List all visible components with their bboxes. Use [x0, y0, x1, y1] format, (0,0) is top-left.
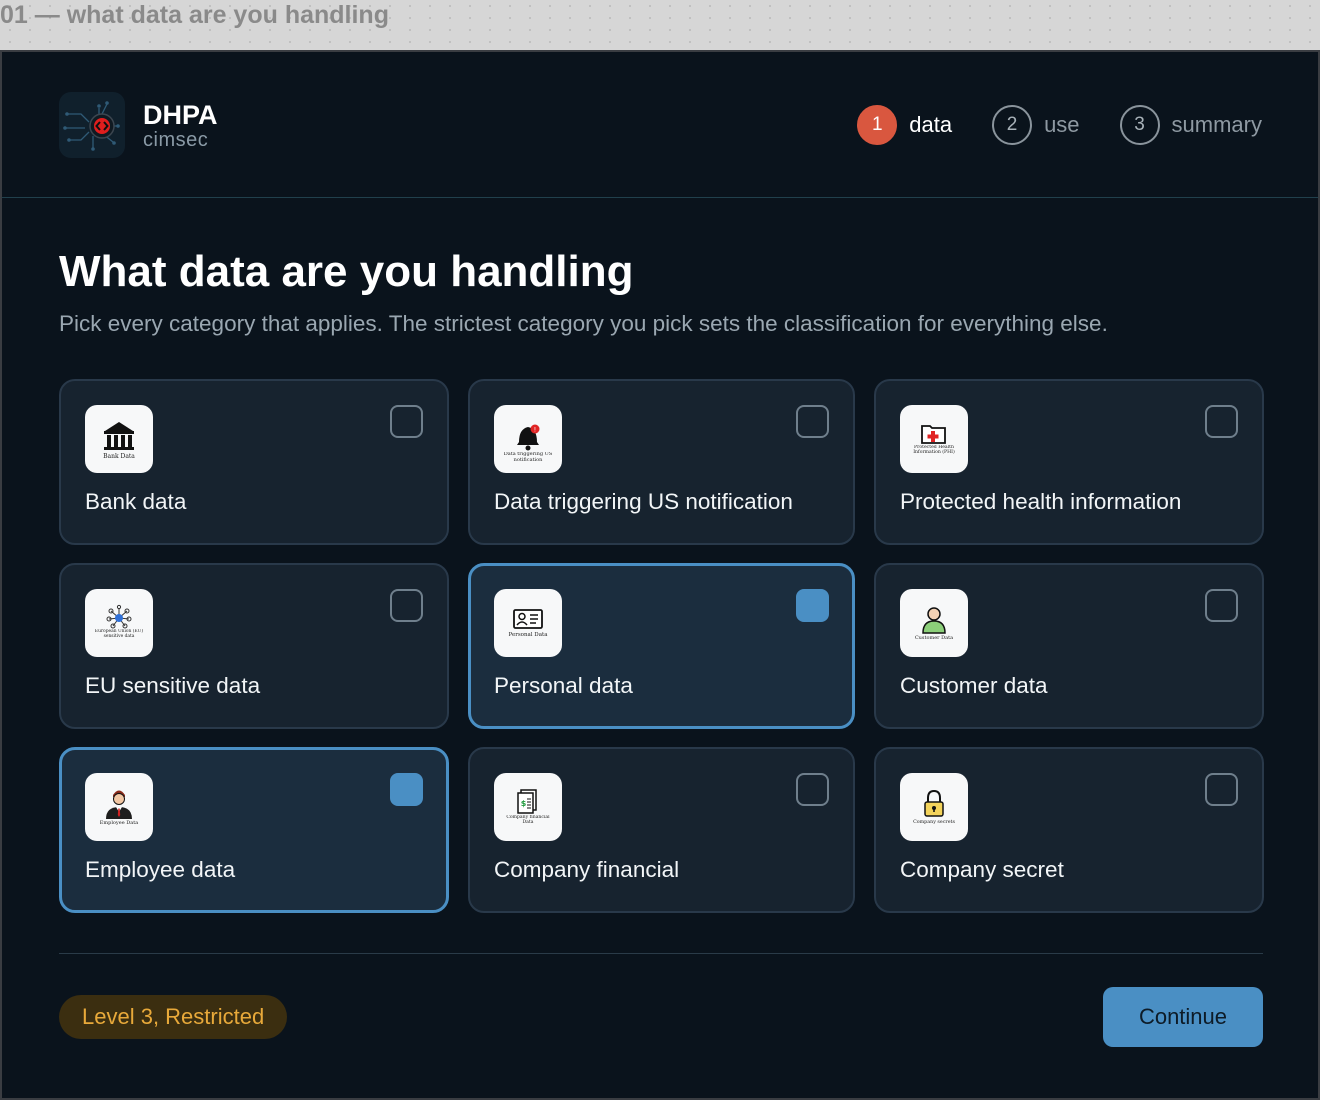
card-label: Personal data: [494, 673, 633, 698]
category-grid: Bank Data Bank data ! Data triggering US…: [59, 379, 1264, 913]
card-checkbox[interactable]: [390, 405, 423, 438]
page-title: What data are you handling: [59, 247, 634, 296]
continue-button[interactable]: Continue: [1103, 987, 1263, 1047]
card-label: Employee data: [85, 857, 236, 882]
page-subtitle: Pick every category that applies. The st…: [59, 311, 1108, 336]
svg-text:Personal Data: Personal Data: [509, 632, 549, 638]
step-summary[interactable]: 3 summary: [1119, 105, 1262, 145]
frame-caption: 01 — what data are you handling: [0, 1, 389, 29]
card-icon-tile: European Union (EU) sensitive data: [85, 589, 153, 657]
card-icon-tile: Employee Data: [85, 773, 153, 841]
card-icon-tile: Protected Health Information (PHI): [900, 405, 968, 473]
card-checkbox-checked[interactable]: [390, 773, 423, 806]
classification-level-badge: Level 3, Restricted: [59, 995, 288, 1039]
header: DHPA cimsec 1 data 2 use 3 summary: [2, 52, 1318, 198]
card-icon-tile: Customer Data: [900, 589, 968, 657]
financial-document-icon: $ Company financial Data: [506, 789, 550, 825]
svg-text:Employee Data: Employee Data: [100, 820, 139, 826]
card-icon-tile: Company secrets: [900, 773, 968, 841]
card-checkbox[interactable]: [1205, 773, 1238, 806]
svg-text:Bank Data: Bank Data: [103, 453, 135, 460]
id-card-icon: Personal Data: [509, 609, 549, 638]
card-icon-tile: Personal Data: [494, 589, 562, 657]
card-label: EU sensitive data: [85, 673, 261, 698]
step-number: 1: [857, 105, 898, 145]
card-icon-tile: Bank Data: [85, 405, 153, 473]
category-card-customer-data[interactable]: Customer Data Customer data: [874, 563, 1264, 729]
step-number: 3: [1119, 105, 1160, 145]
category-card-eu-sensitive[interactable]: European Union (EU) sensitive data EU se…: [59, 563, 449, 729]
svg-text:Customer Data: Customer Data: [915, 635, 953, 641]
card-checkbox[interactable]: [796, 773, 829, 806]
category-card-bank-data[interactable]: Bank Data Bank data: [59, 379, 449, 545]
svg-text:!: !: [534, 427, 536, 434]
circuit-logo-icon: [63, 101, 120, 151]
customer-person-icon: Customer Data: [915, 607, 953, 641]
step-data[interactable]: 1 data: [857, 105, 952, 145]
stepper: 1 data 2 use 3 summary: [857, 104, 1262, 146]
step-use[interactable]: 2 use: [992, 105, 1080, 145]
card-label: Company financial: [494, 857, 680, 882]
category-card-company-financial[interactable]: $ Company financial Data Company financi…: [468, 747, 855, 913]
card-label: Bank data: [85, 489, 187, 514]
app-logo: [59, 92, 125, 158]
step-number: 2: [992, 105, 1033, 145]
step-label: data: [909, 112, 953, 137]
category-card-phi[interactable]: Protected Health Information (PHI) Prote…: [874, 379, 1264, 545]
category-card-company-secret[interactable]: Company secrets Company secret: [874, 747, 1264, 913]
category-card-employee-data[interactable]: Employee Data Employee data: [59, 747, 449, 913]
app-window: DHPA cimsec 1 data 2 use 3 summary What …: [0, 50, 1320, 1100]
network-nodes-icon: European Union (EU) sensitive data: [95, 604, 143, 639]
medical-folder-icon: Protected Health Information (PHI): [913, 425, 955, 455]
svg-text:$: $: [521, 799, 527, 808]
card-icon-tile: ! Data triggering US notification: [494, 405, 562, 473]
card-label: Company secret: [900, 857, 1064, 882]
alert-bell-icon: ! Data triggering US notification: [504, 424, 552, 462]
card-label: Customer data: [900, 673, 1048, 698]
svg-text:Company secrets: Company secrets: [913, 819, 955, 825]
card-checkbox[interactable]: [796, 405, 829, 438]
card-checkbox[interactable]: [1205, 589, 1238, 622]
card-checkbox-checked[interactable]: [796, 589, 829, 622]
padlock-icon: Company secrets: [913, 789, 955, 825]
bank-icon: Bank Data: [103, 422, 135, 460]
employee-person-icon: Employee Data: [100, 790, 139, 826]
card-label: Protected health information: [900, 489, 1182, 514]
footer-divider: [59, 953, 1263, 954]
brand-name: DHPA: [143, 100, 218, 130]
category-card-us-notification[interactable]: ! Data triggering US notification Data t…: [468, 379, 855, 545]
category-card-personal-data[interactable]: Personal Data Personal data: [468, 563, 855, 729]
card-label: Data triggering US notification: [494, 489, 793, 514]
card-checkbox[interactable]: [1205, 405, 1238, 438]
brand-subtitle: cimsec: [143, 129, 209, 151]
card-checkbox[interactable]: [390, 589, 423, 622]
step-label: use: [1044, 112, 1080, 137]
step-label: summary: [1171, 112, 1262, 137]
card-icon-tile: $ Company financial Data: [494, 773, 562, 841]
